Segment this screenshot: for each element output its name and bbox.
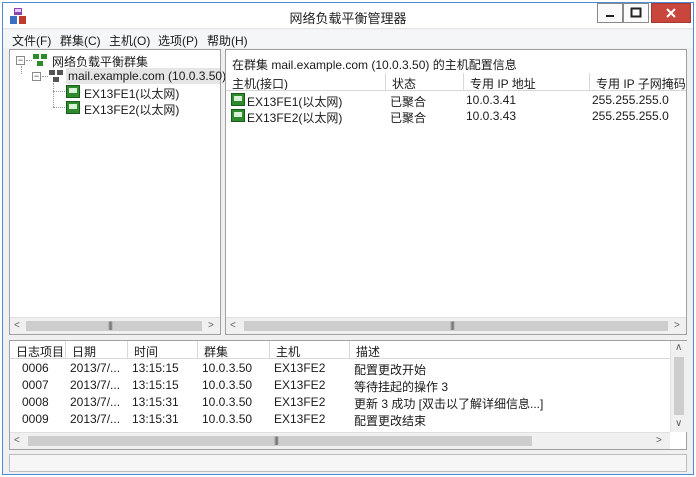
minimize-button[interactable] <box>597 3 623 23</box>
scroll-right-icon[interactable]: > <box>656 435 662 446</box>
menu-host[interactable]: 主机(O) <box>109 32 150 49</box>
host-subnet: 255.255.255.0 <box>592 109 669 123</box>
main-window: 网络负载平衡管理器 文件(F) 群集(C) 主机(O) 选项(P) 帮助(H) … <box>2 2 694 475</box>
column-header[interactable]: 主机 <box>270 341 350 359</box>
log-cell: 更新 3 成功 [双击以了解详细信息...] <box>354 397 544 411</box>
host-icon <box>66 101 80 114</box>
log-cell: 10.0.3.50 <box>202 378 253 392</box>
column-header[interactable]: 主机(接口) <box>226 73 386 91</box>
log-cell: EX13FE2 <box>274 412 326 426</box>
column-header[interactable]: 群集 <box>198 341 270 359</box>
title-bar[interactable]: 网络负载平衡管理器 <box>3 3 693 29</box>
tree-cluster-node[interactable]: mail.example.com (10.0.3.50) <box>66 68 226 84</box>
log-cell: EX13FE2 <box>274 395 326 409</box>
table-row[interactable]: EX13FE1(以太网) 已聚合 10.0.3.41 255.255.255.0 <box>226 92 686 109</box>
window-title: 网络负载平衡管理器 <box>289 11 407 26</box>
log-cell: 13:15:15 <box>132 361 179 375</box>
log-cell: 2013/7/... <box>70 378 121 392</box>
maximize-button[interactable] <box>623 3 649 23</box>
host-name: EX13FE2(以太网) <box>247 111 343 125</box>
scroll-thumb[interactable] <box>244 321 668 331</box>
log-cell: EX13FE2 <box>274 361 326 375</box>
log-cell: 2013/7/... <box>70 395 121 409</box>
log-row[interactable]: 0006 2013/7/... 13:15:15 10.0.3.50 EX13FE2 配置… <box>10 360 668 377</box>
scroll-left-icon[interactable]: < <box>230 320 236 331</box>
scroll-thumb[interactable] <box>28 436 532 446</box>
log-cell: 2013/7/... <box>70 361 121 375</box>
scroll-thumb[interactable] <box>674 357 684 415</box>
tree-horizontal-scrollbar[interactable]: < ||| > <box>10 317 220 334</box>
log-vertical-scrollbar[interactable]: ∧ ∨ <box>670 341 687 432</box>
log-cell: 13:15:15 <box>132 378 179 392</box>
scroll-left-icon[interactable]: < <box>14 320 20 331</box>
close-button[interactable] <box>651 3 691 23</box>
cluster-tree[interactable]: − 网络负载平衡群集 − mail.example.com (10.0.3.50… <box>9 49 226 335</box>
log-cell: 配置更改开始 <box>354 363 427 377</box>
collapse-toggle-icon[interactable]: − <box>16 56 25 65</box>
column-header[interactable]: 专用 IP 地址 <box>464 73 590 91</box>
column-header[interactable]: 专用 IP 子网掩码 <box>590 73 686 91</box>
log-cell: EX13FE2 <box>274 378 326 392</box>
grip-icon: ||| <box>108 320 113 330</box>
log-panel: 日志项目 日期 时间 群集 主机 描述 0006 2013/7/... 13:15:… <box>9 340 687 450</box>
log-cell: 0008 <box>22 395 49 409</box>
grip-icon: ||| <box>450 320 455 330</box>
scroll-down-icon[interactable]: ∨ <box>675 418 682 429</box>
log-cell: 10.0.3.50 <box>202 412 253 426</box>
panel-header: 在群集 mail.example.com (10.0.3.50) 的主机配置信息 <box>232 58 517 72</box>
grip-icon: ||| <box>274 435 279 445</box>
minimize-icon <box>606 15 614 17</box>
log-table-header: 日志项目 日期 时间 群集 主机 描述 <box>10 341 670 359</box>
log-cell: 10.0.3.50 <box>202 395 253 409</box>
host-config-panel: 在群集 mail.example.com (10.0.3.50) 的主机配置信息… <box>225 49 687 335</box>
log-row[interactable]: 0008 2013/7/... 13:15:31 10.0.3.50 EX13FE2 更新… <box>10 394 668 411</box>
menu-cluster[interactable]: 群集(C) <box>60 32 101 49</box>
log-cell: 配置更改结束 <box>354 414 427 428</box>
log-cell: 等待挂起的操作 3 <box>354 380 449 394</box>
host-icon <box>231 93 245 106</box>
close-icon <box>666 8 676 18</box>
log-cell: 13:15:31 <box>132 395 179 409</box>
log-horizontal-scrollbar[interactable]: < ||| > <box>10 432 670 449</box>
tree-host-label: EX13FE1(以太网) <box>84 87 180 101</box>
column-header[interactable]: 日志项目 <box>10 341 66 359</box>
log-row[interactable]: 0009 2013/7/... 13:15:31 10.0.3.50 EX13FE2 配置… <box>10 411 668 428</box>
tree-cluster-label: mail.example.com (10.0.3.50) <box>68 69 227 83</box>
column-header[interactable]: 描述 <box>350 341 670 359</box>
log-cell: 13:15:31 <box>132 412 179 426</box>
scroll-thumb[interactable] <box>26 321 202 331</box>
host-horizontal-scrollbar[interactable]: < ||| > <box>226 317 686 334</box>
menu-file[interactable]: 文件(F) <box>12 32 51 49</box>
menu-help[interactable]: 帮助(H) <box>207 32 248 49</box>
host-subnet: 255.255.255.0 <box>592 93 669 107</box>
log-cell: 2013/7/... <box>70 412 121 426</box>
log-row[interactable]: 0007 2013/7/... 13:15:15 10.0.3.50 EX13FE2 等待… <box>10 377 668 394</box>
column-header[interactable]: 时间 <box>128 341 198 359</box>
host-icon <box>231 109 245 122</box>
cluster-icon <box>49 70 63 82</box>
host-ip: 10.0.3.41 <box>466 93 517 107</box>
log-cell: 0007 <box>22 378 49 392</box>
status-bar <box>9 454 687 472</box>
log-cell: 0009 <box>22 412 49 426</box>
table-row[interactable]: EX13FE2(以太网) 已聚合 10.0.3.43 255.255.255.0 <box>226 108 686 125</box>
collapse-toggle-icon[interactable]: − <box>32 72 41 81</box>
cluster-icon <box>33 54 47 66</box>
column-header[interactable]: 状态 <box>386 73 464 91</box>
host-ip: 10.0.3.43 <box>466 109 517 123</box>
host-table-header: 主机(接口) 状态 专用 IP 地址 专用 IP 子网掩码 <box>226 73 686 91</box>
scroll-right-icon[interactable]: > <box>208 320 214 331</box>
column-header[interactable]: 日期 <box>66 341 128 359</box>
menu-options[interactable]: 选项(P) <box>158 32 198 49</box>
log-cell: 10.0.3.50 <box>202 361 253 375</box>
scroll-right-icon[interactable]: > <box>674 320 680 331</box>
menu-bar: 文件(F) 群集(C) 主机(O) 选项(P) 帮助(H) <box>3 30 693 48</box>
tree-host-label: EX13FE2(以太网) <box>84 103 180 117</box>
log-cell: 0006 <box>22 361 49 375</box>
host-status: 已聚合 <box>390 111 427 125</box>
scroll-up-icon[interactable]: ∧ <box>675 342 682 353</box>
scroll-left-icon[interactable]: < <box>14 435 20 446</box>
maximize-icon <box>630 7 642 18</box>
host-icon <box>66 85 80 98</box>
